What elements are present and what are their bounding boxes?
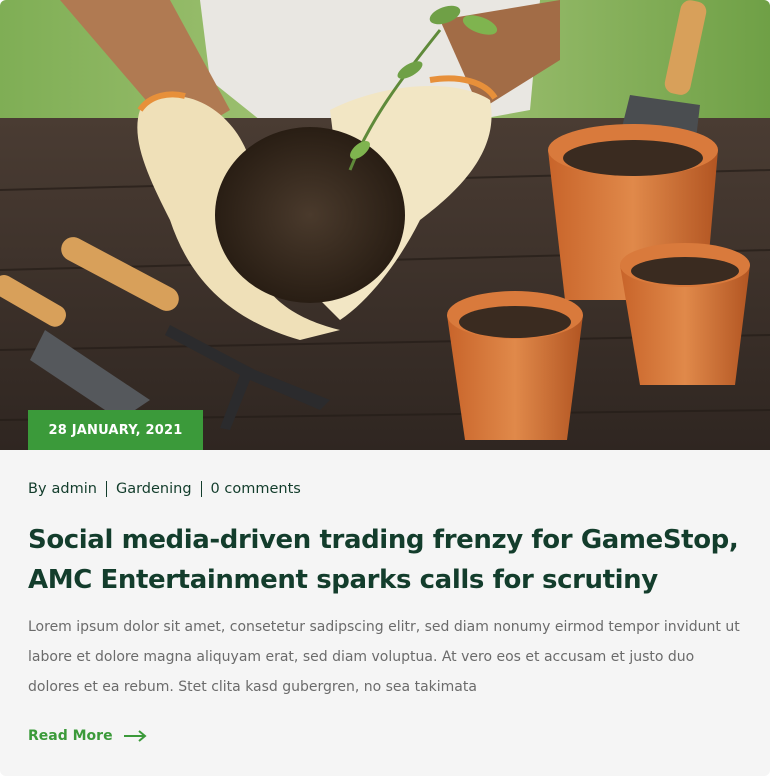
- post-date-badge[interactable]: 28 JANUARY, 2021: [28, 410, 203, 450]
- post-title[interactable]: Social media-driven trading frenzy for G…: [28, 520, 748, 600]
- arrow-right-icon: [123, 730, 147, 742]
- category-link[interactable]: Gardening: [116, 481, 192, 497]
- post-excerpt: Lorem ipsum dolor sit amet, consetetur s…: [28, 619, 740, 695]
- blog-post-card: 28 JANUARY, 2021 By admin Gardening 0 co…: [0, 0, 770, 776]
- meta-separator: [200, 481, 202, 497]
- meta-separator: [105, 481, 107, 497]
- post-featured-image[interactable]: 28 JANUARY, 2021: [0, 0, 770, 450]
- comments-link[interactable]: 0 comments: [211, 481, 301, 497]
- read-more-label: Read More: [28, 728, 113, 744]
- author-link[interactable]: admin: [52, 481, 97, 497]
- read-more-link[interactable]: Read More: [28, 724, 147, 748]
- author-prefix: By: [28, 481, 47, 497]
- post-meta: By admin Gardening 0 comments: [28, 478, 301, 500]
